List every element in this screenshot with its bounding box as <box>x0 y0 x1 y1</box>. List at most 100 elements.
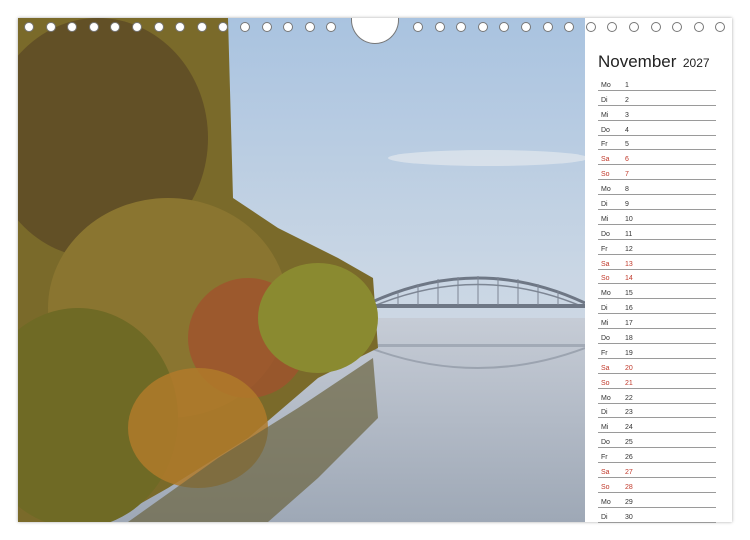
weekday-label: Mo <box>601 498 611 506</box>
day-number: 4 <box>625 126 629 134</box>
day-number: 27 <box>625 469 633 477</box>
binding-hole <box>542 22 553 32</box>
binding-hole <box>693 22 704 32</box>
weekday-label: Mi <box>601 320 609 328</box>
binding-hole <box>672 22 683 32</box>
weekday-label: Di <box>601 305 608 313</box>
weekday-label: Fr <box>601 141 608 149</box>
weekday-label: Do <box>601 335 610 343</box>
weekday-label: Di <box>601 201 608 209</box>
day-number: 18 <box>625 335 633 343</box>
weekday-label: Di <box>601 409 608 417</box>
weekday-label: Mi <box>601 424 609 432</box>
weekday-label: Fr <box>601 245 608 253</box>
weekday-label: So <box>601 275 610 283</box>
binding-hole <box>521 22 531 32</box>
binding-hole <box>45 22 56 32</box>
weekday-label: Fr <box>601 454 608 462</box>
weekday-label: Mo <box>601 186 611 194</box>
day-row: Fr 5 <box>598 136 716 151</box>
day-number: 21 <box>625 379 633 387</box>
day-row: Fr 12 <box>598 240 716 255</box>
binding-hole <box>456 22 467 32</box>
day-row: Mi 3 <box>598 106 716 121</box>
weekday-label: Mo <box>601 394 611 402</box>
binding-hole <box>434 22 445 32</box>
day-row: So 7 <box>598 165 716 181</box>
binding-hole <box>261 22 272 32</box>
weekday-label: So <box>601 379 610 387</box>
day-list: Mo 1 Di 2 Mi 3 Do 4 Fr 5 Sa 6 So 7 Mo 8 Di 9 Mi 10 Do 11 Fr 12 S… <box>598 76 716 523</box>
day-number: 24 <box>625 424 633 432</box>
binding-hole <box>607 22 618 32</box>
binding-hole <box>24 22 34 32</box>
day-number: 19 <box>625 349 633 357</box>
binding-hole <box>110 22 121 32</box>
day-number: 1 <box>625 81 629 89</box>
day-row: Do 4 <box>598 121 716 136</box>
day-row: Mo 22 <box>598 389 716 404</box>
binding-hole <box>499 22 510 32</box>
binding-hole <box>650 22 661 32</box>
month-title: November 2027 <box>598 52 710 72</box>
day-number: 15 <box>625 290 633 298</box>
day-row: Di 30 <box>598 508 716 523</box>
day-row: Mi 17 <box>598 314 716 330</box>
binding-hole <box>326 22 337 32</box>
day-row: Mo 1 <box>598 76 716 91</box>
binding-hole <box>132 22 142 32</box>
day-number: 8 <box>625 186 629 194</box>
weekday-label: Mi <box>601 215 609 223</box>
day-number: 14 <box>625 275 633 283</box>
weekday-label: Sa <box>601 364 610 372</box>
weekday-label: Sa <box>601 260 610 268</box>
day-row: Sa 27 <box>598 463 716 479</box>
binding-hole <box>196 22 207 32</box>
year: 2027 <box>682 56 710 70</box>
binding-hole <box>283 22 294 32</box>
day-number: 9 <box>625 201 629 209</box>
weekday-label: So <box>601 171 610 179</box>
day-row: Sa 13 <box>598 255 716 270</box>
day-row: So 28 <box>598 478 716 493</box>
day-number: 10 <box>625 215 633 223</box>
day-row: So 14 <box>598 270 716 285</box>
day-row: Di 23 <box>598 404 716 419</box>
binding-hole <box>629 22 639 32</box>
weekday-label: Sa <box>601 469 610 477</box>
day-number: 30 <box>625 513 633 521</box>
day-row: So 21 <box>598 374 716 389</box>
day-number: 20 <box>625 364 633 372</box>
day-number: 25 <box>625 439 633 447</box>
binding-hole <box>67 22 78 32</box>
weekday-label: Fr <box>601 349 608 357</box>
day-number: 17 <box>625 320 633 328</box>
day-row: Di 16 <box>598 299 716 315</box>
day-row: Sa 6 <box>598 150 716 166</box>
weekday-label: Mo <box>601 81 611 89</box>
day-row: Mi 24 <box>598 418 716 434</box>
binding-hole <box>240 22 250 32</box>
binding-hole <box>413 22 423 32</box>
day-number: 13 <box>625 260 633 268</box>
day-number: 12 <box>625 245 633 253</box>
photo-river-bridge <box>18 18 585 522</box>
weekday-label: Mo <box>601 290 611 298</box>
day-number: 23 <box>625 409 633 417</box>
binding-hole <box>304 22 315 32</box>
binding-hole <box>175 22 186 32</box>
day-number: 3 <box>625 111 629 119</box>
day-row: Mi 10 <box>598 210 716 225</box>
day-row: Do 11 <box>598 225 716 240</box>
day-row: Fr 19 <box>598 344 716 359</box>
day-row: Do 18 <box>598 329 716 345</box>
binding-hole <box>564 22 575 32</box>
day-number: 26 <box>625 454 633 462</box>
weekday-label: So <box>601 483 610 491</box>
binding-hole <box>477 22 488 32</box>
day-number: 22 <box>625 394 633 402</box>
day-number: 11 <box>625 230 633 238</box>
weekday-label: Sa <box>601 156 610 164</box>
weekday-label: Do <box>601 439 610 447</box>
day-row: Mo 8 <box>598 180 716 196</box>
